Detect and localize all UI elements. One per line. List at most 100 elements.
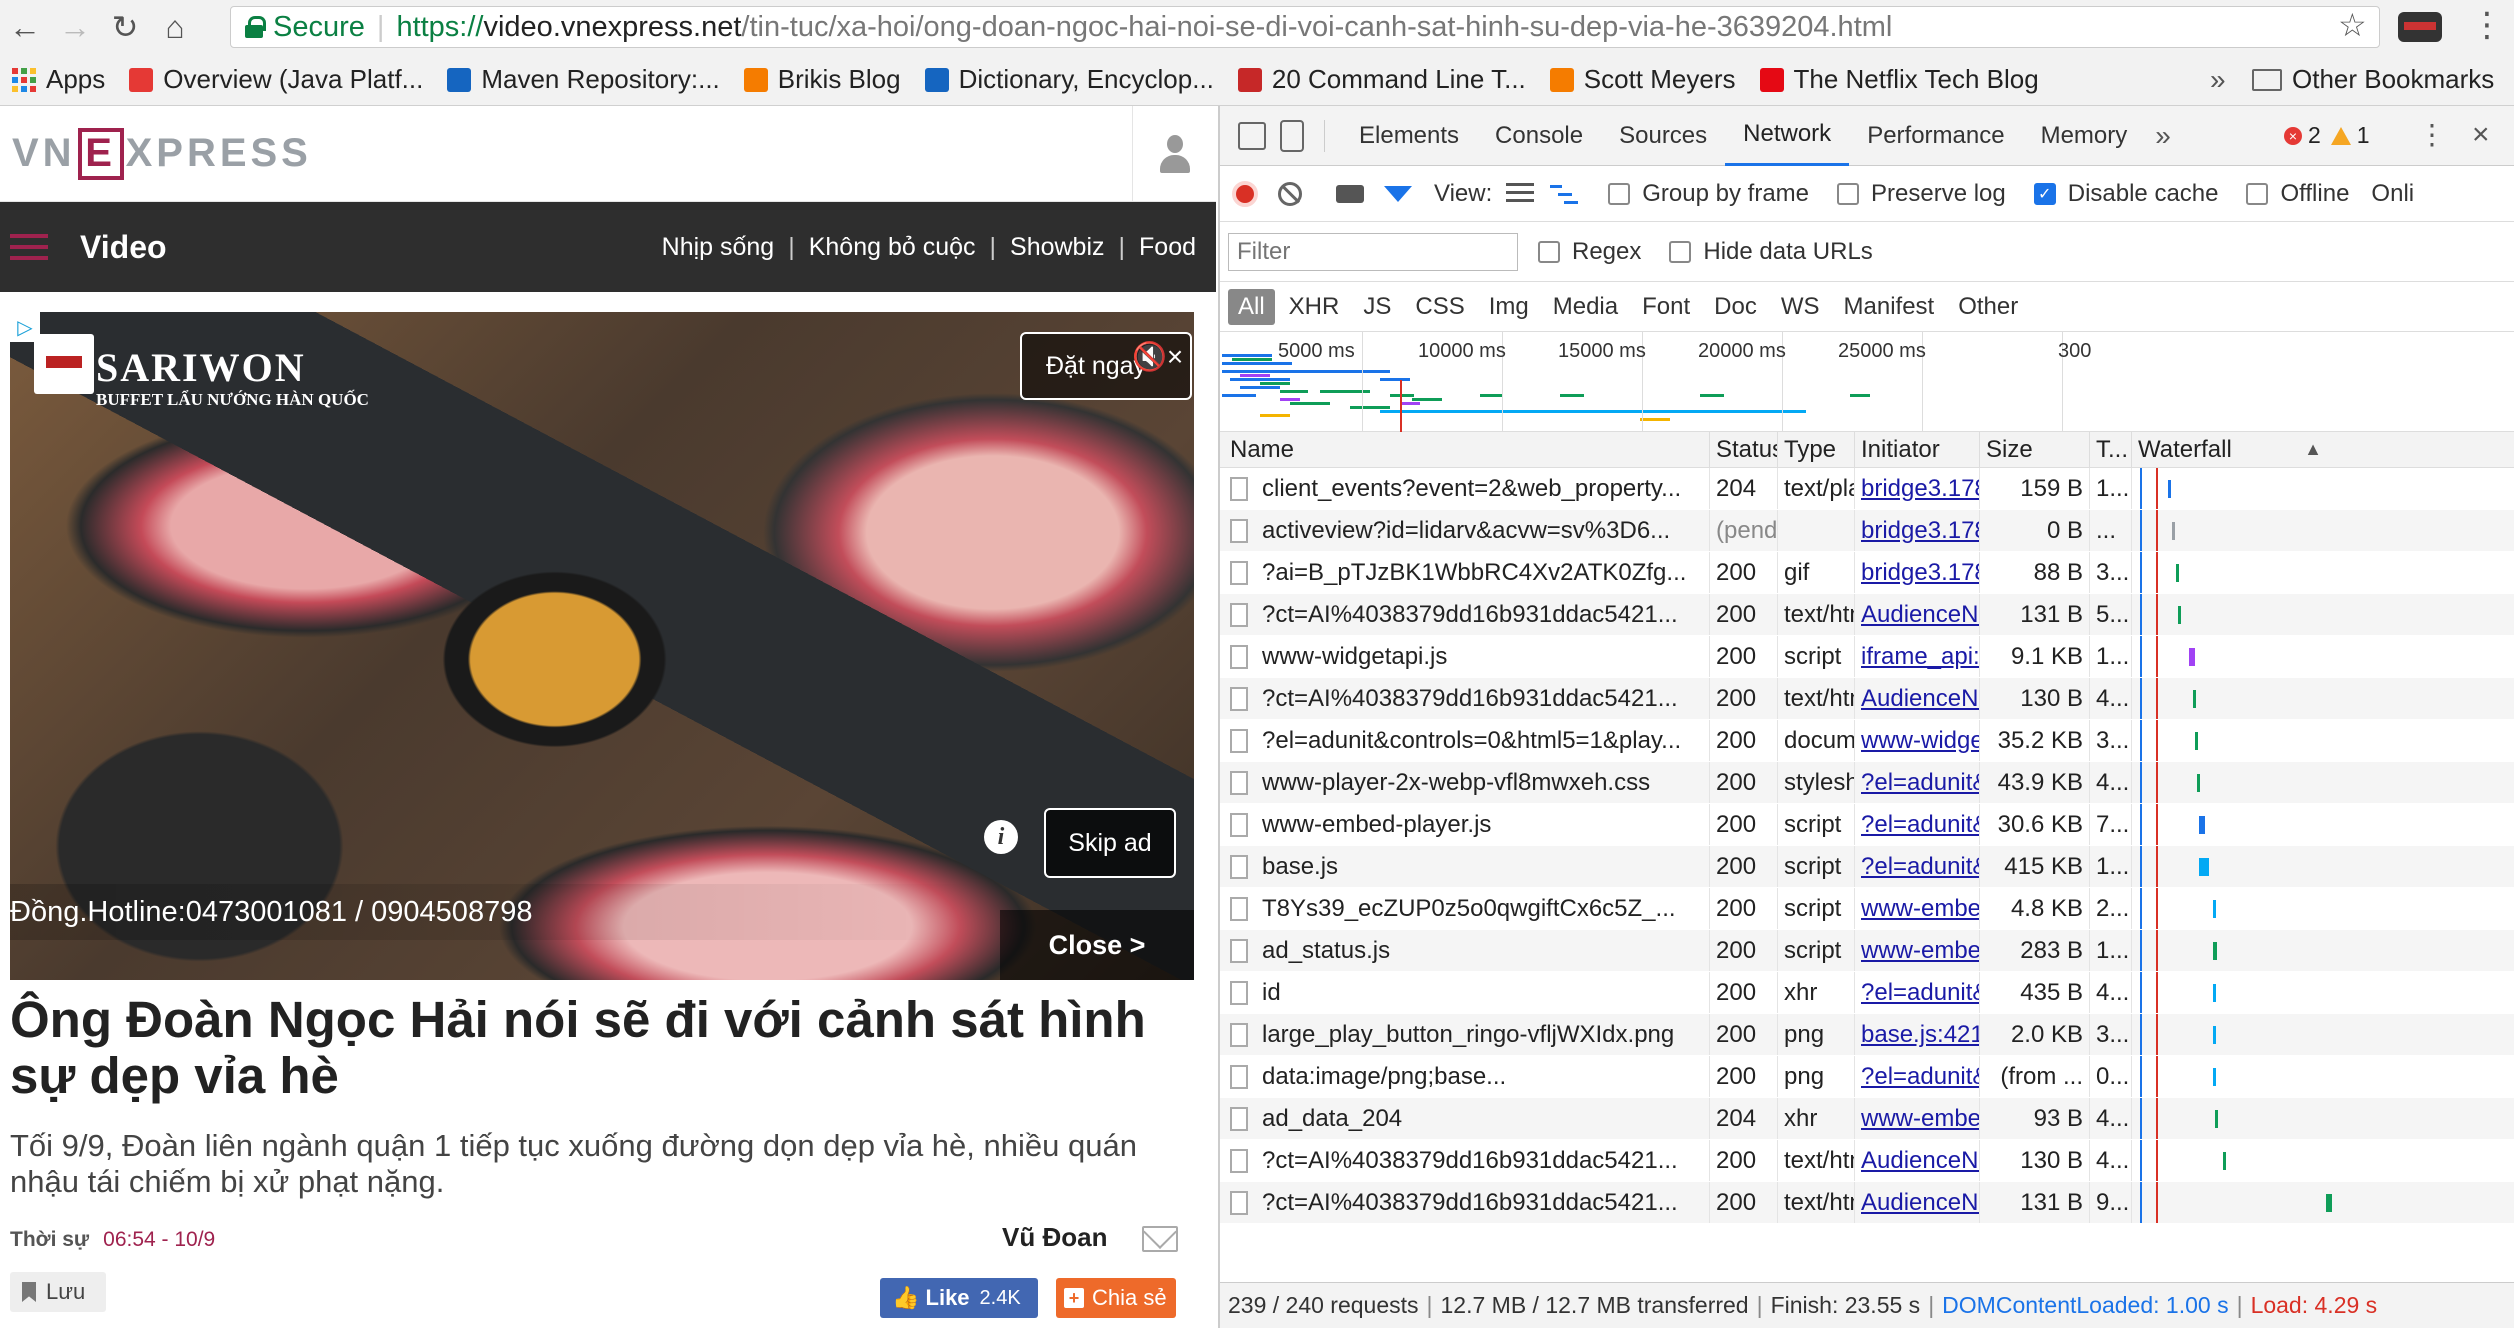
- request-row[interactable]: base.js 200script?el=adunit&co...415 KB1.…: [1220, 846, 2514, 888]
- request-row[interactable]: ?ai=B_pTJzBK1WbbRC4Xv2ATK0Zfg... 200 gif br…: [1220, 552, 2514, 594]
- request-initiator[interactable]: ?el=adunit&co...: [1855, 972, 1980, 1013]
- save-button[interactable]: Lưu: [10, 1272, 106, 1312]
- share-button[interactable]: + Chia sẻ: [1056, 1278, 1176, 1318]
- column-time[interactable]: T...: [2090, 432, 2132, 467]
- user-account-button[interactable]: [1132, 106, 1216, 202]
- request-initiator[interactable]: www-embed-...: [1855, 1098, 1980, 1139]
- overview-waterfall-icon[interactable]: [1550, 182, 1579, 205]
- extension-icon[interactable]: [2398, 12, 2442, 42]
- device-toolbar-icon[interactable]: [1280, 119, 1304, 152]
- mute-icon[interactable]: 🔇×: [1132, 340, 1184, 374]
- request-row[interactable]: ?ct=AI%4038379dd16b931ddac5421... 200 text…: [1220, 678, 2514, 720]
- clear-icon[interactable]: [1278, 181, 1302, 206]
- column-size[interactable]: Size: [1980, 432, 2090, 467]
- hamburger-menu-icon[interactable]: [10, 227, 48, 267]
- request-initiator[interactable]: ?el=adunit&co...: [1855, 1056, 1980, 1097]
- disable-cache-checkbox[interactable]: ✓ Disable cache: [2028, 180, 2218, 208]
- request-initiator[interactable]: ?el=adunit&co...: [1855, 762, 1980, 803]
- request-row[interactable]: client_events?event=2&web_property... 204…: [1220, 468, 2514, 510]
- record-icon[interactable]: [1232, 180, 1258, 207]
- column-initiator[interactable]: Initiator: [1855, 432, 1980, 467]
- tab-performance[interactable]: Performance: [1849, 106, 2022, 166]
- request-initiator[interactable]: www-widgeta...: [1855, 720, 1980, 761]
- tab-console[interactable]: Console: [1477, 106, 1601, 166]
- request-row[interactable]: T8Ys39_ecZUP0z5o0qwgiftCx6c5Z_... 200 scri…: [1220, 888, 2514, 930]
- request-row[interactable]: data:image/png;base... 200png?el=adunit&c…: [1220, 1056, 2514, 1098]
- request-row[interactable]: www-player-2x-webp-vfl8mwxeh.css 200 style…: [1220, 762, 2514, 804]
- category-link[interactable]: Nhịp sống: [662, 233, 775, 262]
- category-link[interactable]: Showbiz: [1010, 233, 1105, 262]
- type-filter-doc[interactable]: Doc: [1704, 289, 1767, 325]
- devtools-close-icon[interactable]: ×: [2472, 118, 2490, 152]
- request-row[interactable]: www-widgetapi.js 200 script iframe_api:2 9.1…: [1220, 636, 2514, 678]
- bookmark-star-icon[interactable]: ☆: [2338, 6, 2367, 44]
- filter-funnel-icon[interactable]: [1384, 185, 1412, 202]
- inspect-element-icon[interactable]: [1238, 121, 1266, 150]
- browser-menu-icon[interactable]: ⋮: [2470, 8, 2504, 42]
- request-row[interactable]: ?ct=AI%4038379dd16b931ddac5421... 200 text…: [1220, 594, 2514, 636]
- reload-icon[interactable]: ↻: [100, 0, 150, 54]
- type-filter-manifest[interactable]: Manifest: [1834, 289, 1945, 325]
- request-initiator[interactable]: bridge3.178.0...: [1855, 552, 1980, 593]
- request-initiator[interactable]: www-embed-...: [1855, 888, 1980, 929]
- url-bar[interactable]: Secure | https:// video.vnexpress.net /t…: [230, 6, 2380, 48]
- type-filter-other[interactable]: Other: [1948, 289, 2028, 325]
- ad-info-icon[interactable]: i: [984, 820, 1018, 854]
- type-filter-ws[interactable]: WS: [1771, 289, 1830, 325]
- article-category[interactable]: Thời sự: [10, 1228, 89, 1252]
- tab-sources[interactable]: Sources: [1601, 106, 1725, 166]
- more-tabs-chevron[interactable]: »: [2155, 120, 2171, 152]
- forward-arrow-icon[interactable]: →: [50, 0, 100, 54]
- bookmark-item[interactable]: Brikis Blog: [743, 64, 901, 95]
- group-by-frame-checkbox[interactable]: Group by frame: [1602, 180, 1809, 208]
- type-filter-xhr[interactable]: XHR: [1279, 289, 1350, 325]
- category-link[interactable]: Không bỏ cuộc: [809, 233, 976, 262]
- request-row[interactable]: www-embed-player.js 200script?el=adunit&c…: [1220, 804, 2514, 846]
- skip-ad-button[interactable]: Skip ad: [1044, 808, 1176, 878]
- bookmark-item[interactable]: 20 Command Line T...: [1237, 64, 1526, 95]
- type-filter-font[interactable]: Font: [1632, 289, 1700, 325]
- throttling-select[interactable]: Onli: [2371, 180, 2414, 208]
- vnexpress-logo[interactable]: VN E XPRESS: [12, 127, 312, 180]
- bookmark-item[interactable]: Maven Repository:...: [447, 64, 720, 95]
- request-row[interactable]: ad_data_204 204xhrwww-embed-...93 B4...: [1220, 1098, 2514, 1140]
- tab-network[interactable]: Network: [1725, 106, 1850, 166]
- request-initiator[interactable]: AudienceNetw...: [1855, 1140, 1980, 1181]
- request-initiator[interactable]: bridge3.178.0...: [1855, 468, 1980, 509]
- request-initiator[interactable]: base.js:421: [1855, 1014, 1980, 1055]
- request-initiator[interactable]: bridge3.178.0...: [1855, 510, 1980, 551]
- type-filter-img[interactable]: Img: [1479, 289, 1539, 325]
- mail-icon[interactable]: [1142, 1226, 1178, 1252]
- request-initiator[interactable]: AudienceNetw...: [1855, 1182, 1980, 1223]
- network-overview-timeline[interactable]: 5000 ms 10000 ms 15000 ms 20000 ms 25000 ms 3…: [1220, 332, 2514, 432]
- request-row[interactable]: large_play_button_ringo-vfljWXIdx.png 200…: [1220, 1014, 2514, 1056]
- preserve-log-checkbox[interactable]: Preserve log: [1831, 180, 2006, 208]
- request-row[interactable]: activeview?id=lidarv&acvw=sv%3D6... (pend…: [1220, 510, 2514, 552]
- issues-counter[interactable]: × 2 1: [2284, 122, 2370, 149]
- request-initiator[interactable]: AudienceNetw...: [1855, 678, 1980, 719]
- devtools-menu-icon[interactable]: ⋮: [2418, 118, 2446, 151]
- offline-checkbox[interactable]: Offline: [2240, 180, 2349, 208]
- close-ad-button[interactable]: Close >: [1000, 910, 1194, 980]
- screenshot-camera-icon[interactable]: [1336, 184, 1364, 203]
- request-initiator[interactable]: ?el=adunit&co...: [1855, 846, 1980, 887]
- bookmark-item[interactable]: The Netflix Tech Blog: [1759, 64, 2039, 95]
- home-icon[interactable]: ⌂: [150, 0, 200, 54]
- filter-input[interactable]: [1228, 232, 1518, 271]
- request-row[interactable]: ?el=adunit&controls=0&html5=1&play... 200…: [1220, 720, 2514, 762]
- column-name[interactable]: Name: [1220, 432, 1710, 467]
- bookmark-item[interactable]: Overview (Java Platf...: [129, 64, 423, 95]
- other-bookmarks[interactable]: Other Bookmarks: [2252, 64, 2494, 95]
- type-filter-css[interactable]: CSS: [1405, 289, 1474, 325]
- column-type[interactable]: Type: [1778, 432, 1855, 467]
- bookmark-item[interactable]: Scott Meyers: [1549, 64, 1736, 95]
- regex-checkbox[interactable]: Regex: [1532, 238, 1641, 266]
- bookmark-item[interactable]: Apps: [12, 64, 105, 95]
- type-filter-all[interactable]: All: [1228, 288, 1275, 325]
- video-player[interactable]: ▷ SARIWON BUFFET LẨU NƯỚNG HÀN QUỐC Đặt …: [10, 312, 1194, 980]
- request-row[interactable]: ?ct=AI%4038379dd16b931ddac5421... 200 text…: [1220, 1140, 2514, 1182]
- request-row[interactable]: ?ct=AI%4038379dd16b931ddac5421... 200 text…: [1220, 1182, 2514, 1224]
- category-link[interactable]: Food: [1139, 233, 1196, 262]
- column-status[interactable]: Status: [1710, 432, 1778, 467]
- hide-data-urls-checkbox[interactable]: Hide data URLs: [1663, 238, 1873, 266]
